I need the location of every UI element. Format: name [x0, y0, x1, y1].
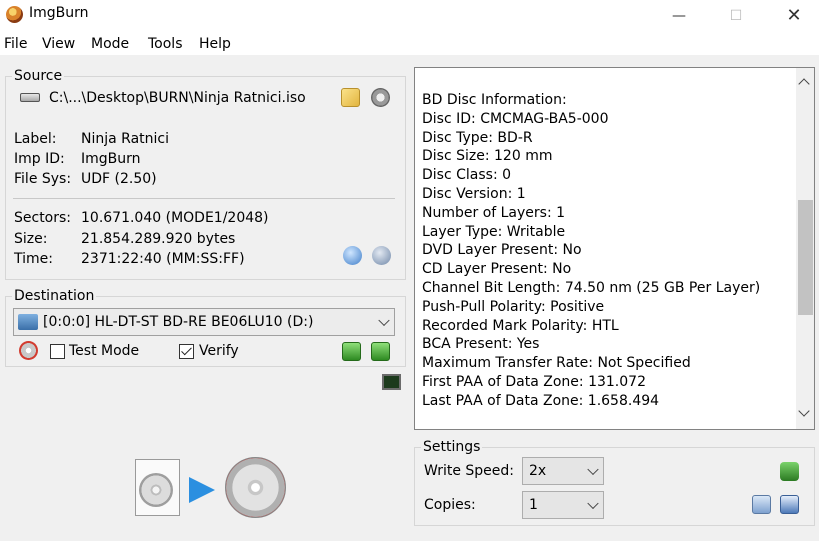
info-line: BD Disc Information: [422, 92, 567, 108]
copies-value: 1 [529, 497, 538, 513]
info-line: Disc Class: 0 [422, 167, 512, 184]
book-icon[interactable] [780, 495, 799, 514]
copies-label: Copies: [424, 497, 476, 513]
time-key: Time: [14, 251, 53, 267]
info-line: Disc Version: 1 [422, 185, 526, 202]
info-line: Maximum Transfer Rate: Not Specified [422, 355, 691, 372]
info-line: Number of Layers: 1 [422, 204, 566, 221]
write-speed-label: Write Speed: [424, 463, 515, 479]
info-line: Channel Bit Length: 74.50 nm (25 GB Per … [422, 279, 761, 296]
info-line: Push-Pull Polarity: Positive [422, 298, 605, 315]
settings-group [414, 447, 815, 526]
source-group-label: Source [12, 68, 65, 84]
info-line: Layer Type: Writable [422, 223, 566, 240]
size-value: 21.854.289.920 bytes [81, 231, 236, 247]
scroll-down-icon[interactable] [798, 405, 810, 417]
optical-drive-icon [18, 314, 38, 330]
browse-folder-icon[interactable] [341, 88, 360, 107]
cd-disc-icon [139, 473, 173, 507]
destination-drive-value: [0:0:0] HL-DT-ST BD-RE BE06LU10 (D:) [43, 314, 314, 330]
menu-file[interactable]: File [4, 36, 27, 52]
verify-checkbox[interactable] [179, 344, 194, 359]
info-line: DVD Layer Present: No [422, 242, 582, 259]
menu-view[interactable]: View [42, 36, 75, 52]
label-value: Ninja Ratnici [81, 131, 169, 147]
menu-mode[interactable]: Mode [91, 36, 129, 52]
close-button[interactable]: ✕ [771, 0, 817, 31]
source-separator [13, 198, 395, 199]
filesys-key: File Sys: [14, 171, 72, 187]
info-scrollbar[interactable] [796, 68, 814, 429]
menu-bar: File View Mode Tools Help [0, 31, 819, 55]
chevron-down-icon [587, 463, 599, 476]
scroll-up-icon[interactable] [798, 78, 810, 90]
label-key: Label: [14, 131, 57, 147]
write-speed-value: 2x [529, 463, 547, 479]
chevron-down-icon [378, 314, 390, 327]
puzzle-icon[interactable] [780, 462, 799, 481]
verify-label: Verify [199, 343, 239, 359]
maximize-button[interactable]: ☐ [713, 0, 759, 31]
graph-monitor-icon[interactable] [382, 374, 401, 390]
arrow-up-icon[interactable] [342, 342, 361, 361]
size-key: Size: [14, 231, 48, 247]
info-line: Disc Size: 120 mm [422, 148, 553, 165]
title-bar: ImgBurn — ☐ ✕ [0, 0, 819, 31]
write-speed-select[interactable]: 2x [522, 457, 604, 485]
arrow-down-icon[interactable] [371, 342, 390, 361]
check-icon [181, 344, 192, 356]
sectors-key: Sectors: [14, 210, 72, 226]
hard-drive-icon [20, 93, 40, 102]
destination-group-label: Destination [12, 288, 97, 304]
calendar-check-icon[interactable] [752, 495, 771, 514]
menu-tools[interactable]: Tools [148, 36, 183, 52]
minimize-button[interactable]: — [656, 0, 702, 31]
disc-info-text: BD Disc Information: Disc ID: CMCMAG-BA5… [422, 91, 760, 411]
impid-key: Imp ID: [14, 151, 65, 167]
calculate-icon[interactable] [371, 88, 390, 107]
test-mode-checkbox[interactable] [50, 344, 65, 359]
filesys-value: UDF (2.50) [81, 171, 157, 187]
eject-disc-icon[interactable] [19, 341, 38, 360]
settings-group-label: Settings [421, 439, 483, 455]
imgburn-logo-icon [6, 6, 23, 23]
menu-help[interactable]: Help [199, 36, 231, 52]
arrow-right-icon [189, 477, 215, 503]
info-line: Disc ID: CMCMAG-BA5-000 [422, 110, 609, 127]
scrollbar-thumb[interactable] [798, 200, 813, 315]
time-value: 2371:22:40 (MM:SS:FF) [81, 251, 245, 267]
impid-value: ImgBurn [81, 151, 141, 167]
source-path: C:\...\Desktop\BURN\Ninja Ratnici.iso [49, 90, 306, 106]
disc-info-panel[interactable]: BD Disc Information: Disc ID: CMCMAG-BA5… [414, 67, 815, 430]
info-line: BCA Present: Yes [422, 336, 540, 353]
image-file-icon [135, 459, 180, 516]
info-line: CD Layer Present: No [422, 261, 572, 278]
write-burn-button[interactable] [225, 457, 286, 518]
chevron-down-icon [587, 497, 599, 510]
info-line: Last PAA of Data Zone: 1.658.494 [422, 392, 660, 409]
info-line: First PAA of Data Zone: 131.072 [422, 373, 646, 390]
info-line: Recorded Mark Polarity: HTL [422, 317, 619, 334]
sectors-value: 10.671.040 (MODE1/2048) [81, 210, 269, 226]
copies-select[interactable]: 1 [522, 491, 604, 519]
refresh-icon[interactable] [343, 246, 362, 265]
destination-drive-select[interactable]: [0:0:0] HL-DT-ST BD-RE BE06LU10 (D:) [13, 308, 395, 336]
test-mode-label: Test Mode [69, 343, 140, 359]
help-globe-icon[interactable] [372, 246, 391, 265]
window-title: ImgBurn [29, 5, 89, 21]
info-line: Disc Type: BD-R [422, 129, 533, 146]
